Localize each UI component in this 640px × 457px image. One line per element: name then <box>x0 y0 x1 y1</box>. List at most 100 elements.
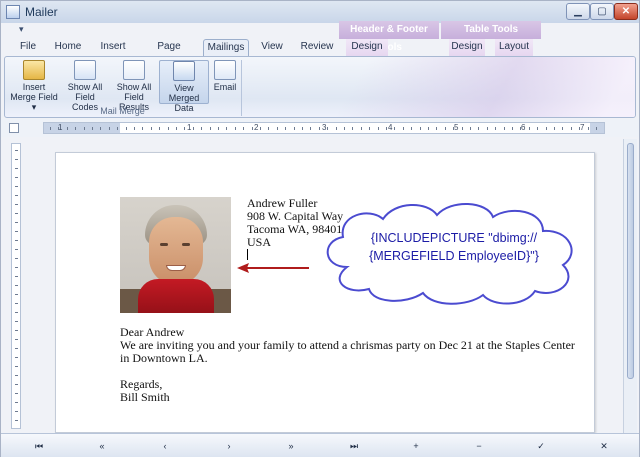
view-merged-data-button[interactable]: View Merged Data <box>159 60 209 113</box>
vertical-ruler-tick <box>15 231 18 232</box>
ruler-tick <box>117 127 119 130</box>
callout-line-1: {INCLUDEPICTURE "dbimg:// <box>370 231 538 245</box>
ruler-tick <box>209 127 211 130</box>
tab-review[interactable]: Review <box>297 39 337 56</box>
ruler-tick <box>411 127 413 130</box>
view-merged-data-label-1: View Merged <box>168 83 200 103</box>
vertical-ruler-tick <box>15 195 18 196</box>
ruler-tick <box>503 127 505 130</box>
ruler-tick <box>453 127 455 130</box>
tab-insert[interactable]: Insert <box>95 39 131 56</box>
ruler-tick <box>285 127 287 130</box>
vertical-ruler-tick <box>15 267 18 268</box>
vertical-ruler-tick <box>15 339 18 340</box>
cancel-button[interactable]: ✕ <box>595 438 613 454</box>
ruler-tick <box>512 127 513 130</box>
ruler-tick <box>125 127 127 130</box>
ruler-tick <box>377 127 379 130</box>
show-all-field-results-button[interactable]: Show All Field Results <box>109 60 159 112</box>
next-record-button[interactable]: › <box>220 438 238 454</box>
ruler-tick <box>192 127 194 130</box>
ruler-tick <box>554 127 555 130</box>
ruler-tick <box>268 127 270 130</box>
vertical-ruler-tick <box>15 213 18 214</box>
vertical-ruler-tick <box>15 312 18 313</box>
ruler-tick <box>360 127 362 130</box>
tab-table-layout[interactable]: Layout <box>495 39 533 56</box>
photo-eye <box>182 243 190 246</box>
letter-paragraph: We are inviting you and your family to a… <box>120 338 575 365</box>
mail-merge-group-label: Mail Merge <box>100 106 145 116</box>
tab-page-layout[interactable]: Page Layout <box>141 39 197 68</box>
email-button[interactable]: Email <box>211 60 239 104</box>
ruler-tick <box>243 127 245 130</box>
ruler-number: 1 <box>187 123 192 132</box>
ruler-right-margin <box>590 123 604 133</box>
vertical-scrollbar[interactable] <box>623 139 637 433</box>
vertical-ruler-tick <box>15 366 18 367</box>
ruler-tick <box>428 127 429 130</box>
last-record-button[interactable]: ⏭ <box>345 438 363 454</box>
ruler-tick <box>470 127 471 130</box>
vertical-ruler-tick <box>15 402 18 403</box>
ruler-corner-icon[interactable] <box>9 123 19 133</box>
tab-header-footer-design[interactable]: Design <box>346 39 388 56</box>
ruler-number: 6 <box>521 123 526 132</box>
add-record-button[interactable]: + <box>407 438 425 454</box>
ruler-tick <box>142 127 144 130</box>
ruler-tick <box>234 127 236 130</box>
vertical-ruler-tick <box>15 384 18 385</box>
previous-record-button[interactable]: ‹ <box>156 438 174 454</box>
ribbon-panel: Insert Merge Field ▾ Show All Field Code… <box>4 56 636 118</box>
tab-home[interactable]: Home <box>51 39 85 56</box>
ruler-tick <box>335 127 337 130</box>
ruler-tick <box>159 127 161 130</box>
ruler-tick <box>579 127 581 130</box>
ruler-tick <box>562 127 564 130</box>
ruler-tick <box>369 127 371 130</box>
show-all-field-results-label-1: Show All <box>116 82 152 92</box>
scrollbar-thumb[interactable] <box>627 143 634 379</box>
ruler-tick <box>251 127 253 130</box>
remove-record-button[interactable]: − <box>470 438 488 454</box>
vertical-ruler-tick <box>15 285 18 286</box>
apply-button[interactable]: ✓ <box>532 438 550 454</box>
first-record-button[interactable]: ⏮ <box>30 438 48 454</box>
tab-file[interactable]: File <box>15 39 41 56</box>
vertical-ruler-tick <box>15 348 18 349</box>
ruler-tick <box>108 127 110 130</box>
vertical-ruler-tick <box>15 159 18 160</box>
vertical-ruler-tick <box>15 168 18 169</box>
vertical-ruler-tick <box>15 177 18 178</box>
quick-access-dropdown-icon[interactable]: ▾ <box>19 24 24 35</box>
maximize-button[interactable]: ▢ <box>590 3 614 20</box>
employee-photo[interactable] <box>120 197 231 313</box>
ruler-tick <box>461 127 463 130</box>
vertical-ruler-tick <box>15 186 18 187</box>
insert-merge-field-button[interactable]: Insert Merge Field ▾ <box>7 60 61 112</box>
vertical-ruler-tick <box>15 258 18 259</box>
show-all-field-codes-button[interactable]: Show All Field Codes <box>61 60 109 112</box>
ruler-tick <box>436 127 438 130</box>
photo-face <box>149 217 203 285</box>
tab-mailings[interactable]: Mailings <box>203 39 249 56</box>
ruler-tick <box>545 127 547 130</box>
vertical-ruler-tick <box>15 393 18 394</box>
tab-table-design[interactable]: Design <box>449 39 485 56</box>
vertical-ruler-tick <box>15 222 18 223</box>
next-page-button[interactable]: » <box>282 438 300 454</box>
horizontal-ruler[interactable]: 1 1 2 3 4 5 6 7 <box>43 122 605 134</box>
minimize-button[interactable]: ▁ <box>566 3 590 20</box>
ruler-tick <box>327 127 329 130</box>
email-icon <box>214 60 236 80</box>
vertical-ruler[interactable] <box>11 143 21 429</box>
letter-body[interactable]: Dear Andrew We are inviting you and your… <box>120 326 580 404</box>
ruler-tick <box>310 127 312 130</box>
ruler-tick <box>478 127 480 130</box>
close-button[interactable]: ✕ <box>614 3 638 20</box>
app-icon <box>6 5 20 19</box>
arrow-pointer <box>237 263 309 273</box>
previous-page-button[interactable]: « <box>93 438 111 454</box>
tab-view[interactable]: View <box>257 39 287 56</box>
